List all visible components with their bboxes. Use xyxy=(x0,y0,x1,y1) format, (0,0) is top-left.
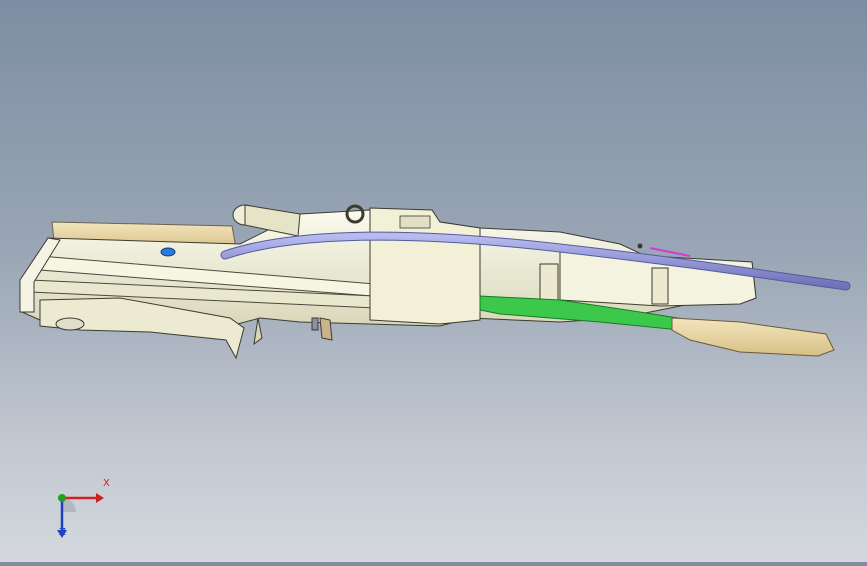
coordinate-triad-icon: X Z xyxy=(40,478,120,550)
z-axis-label: Z xyxy=(59,527,66,538)
graphics-viewport[interactable]: X Z xyxy=(0,0,867,562)
blue-fastener-part xyxy=(160,247,176,257)
tip-part xyxy=(671,317,835,357)
cad-model-view[interactable] xyxy=(0,0,867,562)
x-axis-label: X xyxy=(103,478,110,489)
magenta-marker-part xyxy=(649,247,691,257)
